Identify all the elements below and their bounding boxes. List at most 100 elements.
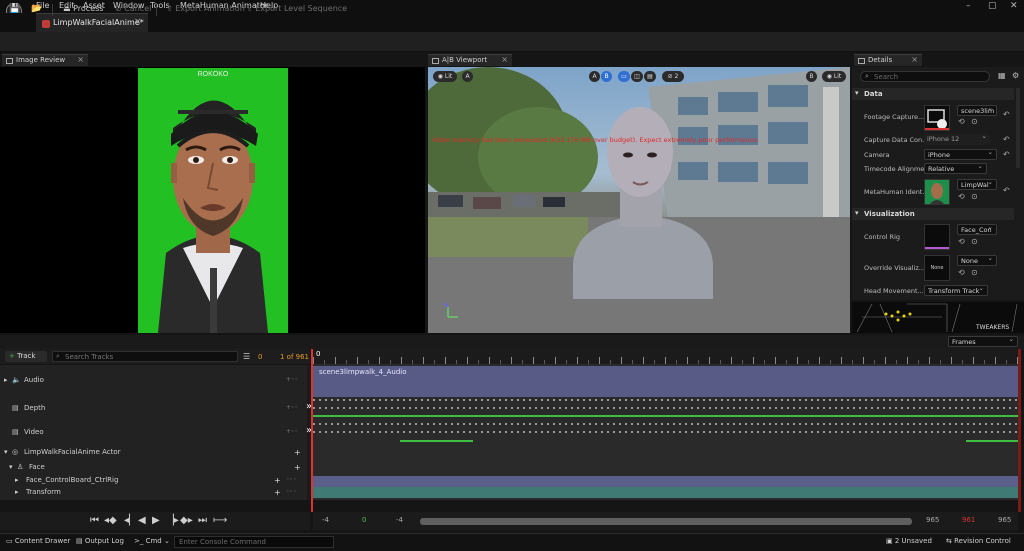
browse-arrow-icon[interactable]: ⟲	[958, 192, 965, 201]
step-forward-frame-icon[interactable]: ▕▸	[166, 515, 179, 526]
control-board-preview[interactable]: TWEAKERS	[852, 302, 1024, 333]
footage-capture-thumbnail[interactable]	[924, 105, 950, 131]
section-data-header[interactable]: ▾ Data	[852, 88, 1014, 100]
frames-dropdown[interactable]: Frames	[948, 336, 1018, 347]
timecode-alignment-dropdown[interactable]: Relative	[924, 163, 987, 174]
timeline-scrollbar[interactable]	[420, 518, 912, 525]
add-icon[interactable]: +	[274, 488, 281, 497]
search-tracks-input[interactable]: ⌕ Search Tracks	[52, 351, 238, 362]
viewport-tab[interactable]: A|B Viewport ×	[428, 54, 512, 66]
single-layout-button[interactable]: ▭	[618, 71, 630, 82]
override-visualization-dropdown[interactable]: None	[957, 255, 997, 266]
collapse-arrow-icon[interactable]: ▾	[9, 463, 13, 471]
step-back-key-icon[interactable]: ◂◆	[104, 515, 117, 526]
browse-folder-icon[interactable]: ⊙	[971, 192, 978, 201]
transform-section[interactable]	[313, 487, 1018, 498]
range-start[interactable]: 0	[362, 516, 366, 524]
browse-folder-icon[interactable]: ⊙	[971, 268, 978, 277]
browse-asset-icon[interactable]: 📂	[31, 4, 42, 14]
jump-to-start-icon[interactable]: ⏮	[90, 515, 99, 526]
details-tab[interactable]: Details ×	[854, 54, 922, 66]
play-icon[interactable]: ▶	[152, 515, 160, 526]
view-mode-right-dropdown[interactable]: ◉ Lit	[822, 71, 846, 82]
view-range-start[interactable]: -4	[396, 516, 403, 524]
expand-arrow-icon[interactable]: ▸	[15, 488, 19, 496]
add-icon[interactable]: +	[294, 448, 301, 457]
collapse-arrow-icon[interactable]: ▸	[4, 376, 8, 384]
close-tab-icon[interactable]: ×	[134, 17, 142, 27]
close-panel-icon[interactable]: ×	[501, 55, 508, 64]
override-thumbnail[interactable]: None	[924, 255, 950, 281]
play-reverse-icon[interactable]: ◀	[138, 515, 146, 526]
control-rig-thumbnail[interactable]	[924, 224, 950, 250]
cancel-button[interactable]: ⊘ Cancel	[115, 4, 151, 13]
unsaved-button[interactable]: ▣ 2 Unsaved	[886, 537, 932, 545]
export-level-sequence-button[interactable]: ⇪ Export Level Sequence	[246, 4, 347, 13]
playhead[interactable]	[311, 349, 313, 512]
section-visualization-header[interactable]: ▾ Visualization	[852, 208, 1014, 220]
browse-arrow-icon[interactable]: ⟲	[958, 268, 965, 277]
cmd-dropdown[interactable]: >_ Cmd ⌄	[134, 537, 170, 545]
filter-icon[interactable]: ☰	[243, 352, 250, 361]
track-controls[interactable]: ◦◦◦	[286, 476, 297, 483]
camera-dropdown[interactable]: iPhone	[924, 149, 997, 160]
property-matrix-icon[interactable]: ▦	[998, 71, 1006, 80]
minimize-icon[interactable]: –	[966, 1, 971, 11]
head-movement-dropdown[interactable]: Transform Track	[924, 285, 988, 296]
browse-arrow-icon[interactable]: ⟲	[958, 117, 965, 126]
step-forward-key-icon[interactable]: ◆▸	[180, 515, 193, 526]
track-controls[interactable]: +◦◦	[286, 404, 298, 411]
timeline-ruler[interactable]	[313, 349, 1018, 364]
split-layout-button[interactable]: ◫	[631, 71, 643, 82]
reset-to-default-icon[interactable]: ↶	[1003, 186, 1010, 195]
camera-a-left-button[interactable]: A	[462, 71, 473, 82]
layout-count-button[interactable]: ⊘ 2	[662, 71, 684, 82]
image-review-tab[interactable]: Image Review ×	[2, 54, 88, 66]
view-b-button[interactable]: B	[601, 71, 612, 82]
add-icon[interactable]: +	[294, 463, 301, 472]
close-window-icon[interactable]: ✕	[1010, 1, 1018, 11]
range-end[interactable]: 961	[962, 516, 975, 524]
view-mode-left-dropdown[interactable]: ◉ Lit	[433, 71, 457, 82]
expand-arrow-icon[interactable]: ▸	[15, 476, 19, 484]
browse-folder-icon[interactable]: ⊙	[971, 117, 978, 126]
reset-to-default-icon[interactable]: ↶	[1003, 110, 1010, 119]
audio-section[interactable]: scene3limpwalk_4_Audio	[313, 366, 1018, 397]
view-a-button[interactable]: A	[589, 71, 600, 82]
track-controls[interactable]: +◦◦	[286, 428, 298, 435]
wipe-layout-button[interactable]: ▤	[644, 71, 656, 82]
maximize-icon[interactable]: ▢	[988, 1, 997, 11]
close-panel-icon[interactable]: ×	[911, 55, 918, 64]
end-marker[interactable]	[1018, 349, 1021, 512]
control-rig-section[interactable]	[313, 476, 1018, 487]
export-animation-button[interactable]: ⇪ Export Animation	[166, 4, 245, 13]
browse-arrow-icon[interactable]: ⟲	[958, 237, 965, 246]
save-icon[interactable]: 💾	[9, 4, 20, 14]
collapse-arrow-icon[interactable]: ▾	[4, 448, 8, 456]
browse-folder-icon[interactable]: ⊙	[971, 237, 978, 246]
details-scrollbar[interactable]	[1016, 88, 1020, 168]
output-log-button[interactable]: ▤ Output Log	[76, 537, 124, 545]
range-start-outer[interactable]: -4	[322, 516, 329, 524]
jump-to-end-icon[interactable]: ⏭	[198, 515, 207, 526]
control-rig-dropdown[interactable]: Face_Con	[957, 224, 997, 235]
settings-icon[interactable]: ⚙	[1012, 71, 1019, 80]
metahuman-identity-thumbnail[interactable]	[924, 179, 950, 205]
track-controls[interactable]: +◦◦	[286, 376, 298, 383]
reset-to-default-icon[interactable]: ↶	[1003, 150, 1010, 159]
range-end-outer[interactable]: 965	[998, 516, 1011, 524]
add-track-button[interactable]: + Track	[5, 351, 47, 362]
track-controls[interactable]: ◦◦◦	[286, 488, 297, 495]
add-icon[interactable]: +	[274, 476, 281, 485]
step-back-frame-icon[interactable]: ◂▏	[124, 515, 137, 526]
close-panel-icon[interactable]: ×	[77, 55, 84, 64]
details-search-input[interactable]: ⌕ Search	[860, 71, 990, 82]
view-range-end[interactable]: 965	[926, 516, 939, 524]
footage-capture-dropdown[interactable]: scene3lim	[957, 105, 997, 116]
console-input[interactable]: Enter Console Command	[174, 536, 334, 548]
reset-to-default-icon[interactable]: ↶	[1003, 135, 1010, 144]
metahuman-identity-dropdown[interactable]: LimpWal	[957, 179, 997, 190]
revision-control-button[interactable]: ⇆ Revision Control	[946, 537, 1011, 545]
content-drawer-button[interactable]: ▭ Content Drawer	[6, 537, 70, 545]
process-button[interactable]: ⏏ Process	[63, 4, 103, 13]
